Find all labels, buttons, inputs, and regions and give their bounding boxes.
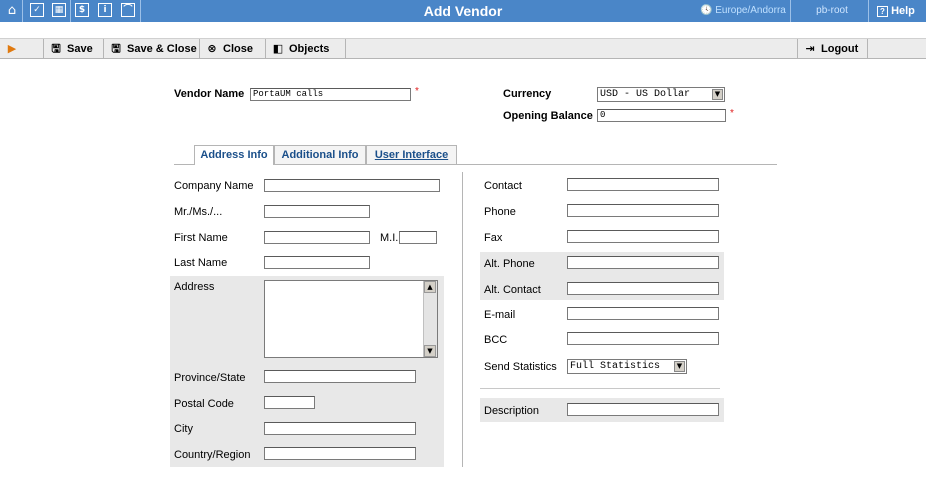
toolbar-arrow: ▶ (0, 39, 44, 59)
province-label: Province/State (174, 372, 246, 384)
scrollbar[interactable]: ▲ ▼ (423, 281, 437, 357)
opening-balance-input[interactable]: 0 (597, 109, 726, 122)
bcc-label: BCC (484, 334, 508, 346)
close-label: Close (223, 43, 253, 55)
help-label: Help (891, 5, 915, 17)
last-name-input[interactable] (264, 256, 370, 269)
postal-code-input[interactable] (264, 396, 315, 409)
vendor-name-input[interactable]: PortaUM calls (250, 88, 411, 101)
toolbar: ▶ 🖫 Save 🖫 Save & Close ⊗ Close ◧ Objects ⇥ L… (0, 38, 926, 59)
company-name-input[interactable] (264, 179, 440, 192)
logout-label: Logout (821, 43, 859, 55)
play-icon: ▶ (7, 42, 17, 55)
floppy-icon: 🖫 (51, 42, 61, 55)
dropdown-arrow-icon: ▼ (674, 361, 685, 372)
fax-input[interactable] (567, 230, 719, 243)
divider (868, 0, 869, 22)
help-link[interactable]: ? Help (877, 0, 915, 22)
last-name-label: Last Name (174, 257, 228, 269)
contact-input[interactable] (567, 178, 719, 191)
opening-balance-label: Opening Balance (503, 110, 593, 122)
objects-label: Objects (289, 43, 330, 55)
currency-label: Currency (503, 88, 552, 100)
send-statistics-select[interactable]: Full Statistics ▼ (567, 359, 687, 374)
description-label: Description (484, 405, 540, 417)
description-input[interactable] (567, 403, 719, 416)
column-divider (462, 172, 463, 467)
bcc-input[interactable] (567, 332, 719, 345)
city-label: City (174, 423, 193, 435)
email-label: E-mail (484, 309, 516, 321)
first-name-input[interactable] (264, 231, 370, 244)
required-marker: * (415, 86, 419, 97)
first-name-label: First Name (174, 232, 228, 244)
phone-label: Phone (484, 206, 516, 218)
user-name: pb-root (816, 5, 848, 16)
top-bar: ⌂ ✓ ▦ $ i ⌒ Add Vendor 🕓 Europe/Andorra … (0, 0, 926, 22)
email-input[interactable] (567, 307, 719, 320)
timezone-label: Europe/Andorra (715, 5, 786, 16)
logout-button[interactable]: ⇥ Logout (797, 39, 868, 59)
floppy-close-icon: 🖫 (111, 42, 121, 55)
alt-contact-label: Alt. Contact (484, 284, 541, 296)
tab-label: User Interface (374, 149, 449, 161)
tab-label: Additional Info (281, 149, 359, 161)
currency-value: USD - US Dollar (600, 89, 691, 100)
address-textarea[interactable]: ▲ ▼ (264, 280, 438, 358)
salutation-label: Mr./Ms./... (174, 206, 223, 218)
country-label: Country/Region (174, 449, 251, 461)
tab-user-interface[interactable]: User Interface (366, 145, 457, 164)
mi-label: M.I. (380, 232, 399, 244)
close-button[interactable]: ⊗ Close (200, 39, 266, 59)
address-label: Address (174, 281, 215, 293)
page-title: Add Vendor (423, 3, 503, 19)
help-icon: ? (877, 6, 888, 17)
alt-phone-label: Alt. Phone (484, 258, 535, 270)
mi-input[interactable] (399, 231, 437, 244)
company-name-label: Company Name (174, 180, 254, 192)
dropdown-arrow-icon: ▼ (712, 89, 723, 100)
save-close-label: Save & Close (127, 43, 197, 55)
phone-input[interactable] (567, 204, 719, 217)
salutation-input[interactable] (264, 205, 370, 218)
save-close-button[interactable]: 🖫 Save & Close (104, 39, 200, 59)
divider (480, 388, 720, 389)
save-label: Save (67, 43, 93, 55)
postal-code-label: Postal Code (174, 398, 234, 410)
city-input[interactable] (264, 422, 416, 435)
fax-label: Fax (484, 232, 503, 244)
province-input[interactable] (264, 370, 416, 383)
tab-address-info[interactable]: Address Info (194, 145, 274, 165)
objects-icon: ◧ (272, 42, 284, 55)
country-input[interactable] (264, 447, 416, 460)
send-statistics-value: Full Statistics (570, 361, 661, 372)
logout-icon: ⇥ (805, 42, 815, 55)
save-button[interactable]: 🖫 Save (44, 39, 104, 59)
objects-button[interactable]: ◧ Objects (266, 39, 346, 59)
alt-phone-input[interactable] (567, 256, 719, 269)
tab-label: Address Info (200, 149, 268, 161)
timezone-link[interactable]: 🕓 Europe/Andorra (700, 0, 786, 22)
scroll-up-icon[interactable]: ▲ (424, 281, 436, 293)
close-icon: ⊗ (207, 42, 217, 55)
divider (790, 0, 791, 22)
send-statistics-label: Send Statistics (484, 361, 557, 373)
tab-additional-info[interactable]: Additional Info (274, 145, 366, 164)
vendor-name-label: Vendor Name (174, 88, 245, 100)
currency-select[interactable]: USD - US Dollar ▼ (597, 87, 725, 102)
clock-icon: 🕓 (700, 5, 713, 16)
scroll-down-icon[interactable]: ▼ (424, 345, 436, 357)
required-marker: * (730, 108, 734, 119)
alt-contact-input[interactable] (567, 282, 719, 295)
contact-label: Contact (484, 180, 522, 192)
